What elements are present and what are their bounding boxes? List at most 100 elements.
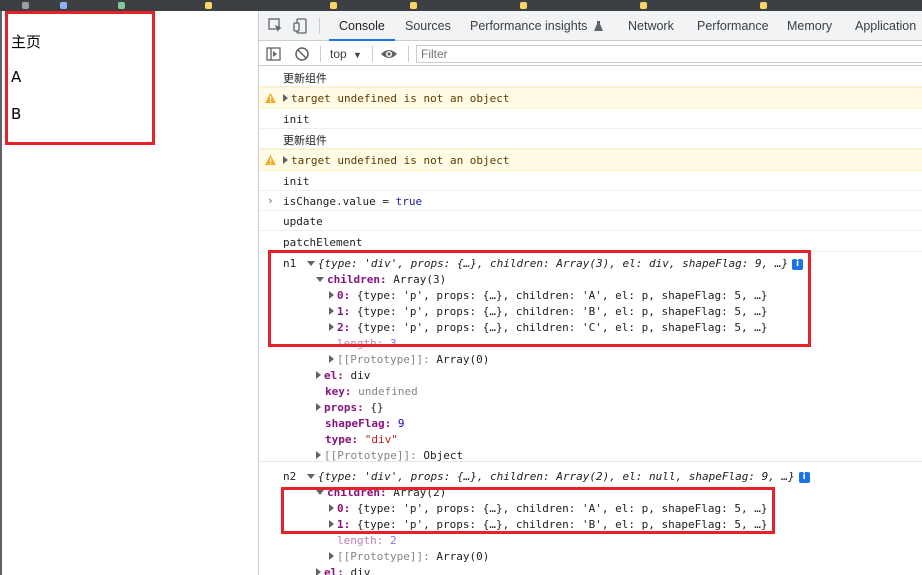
sidebar-toggle-icon[interactable] (265, 45, 283, 63)
inspect-element-icon[interactable] (267, 17, 285, 35)
prop-value: Array(0) (436, 550, 490, 563)
console-input-echo: › isChange.value = true (259, 191, 922, 211)
toolbar-separator (320, 46, 321, 62)
message-text: init (283, 113, 310, 126)
variable-name: n2 (283, 470, 297, 483)
bookmark-icon[interactable] (60, 2, 67, 9)
warning-icon (265, 155, 276, 165)
live-expression-eye-icon[interactable] (380, 45, 398, 63)
warning-text: target undefined is not an object (283, 92, 510, 105)
context-label: top (330, 47, 347, 61)
clear-console-icon[interactable] (293, 45, 311, 63)
tree-prototype[interactable]: [[Prototype]]: Array(0) (329, 550, 489, 563)
message-text: 更新组件 (283, 72, 327, 85)
console-message: init (259, 109, 922, 129)
prop-key: el: (324, 566, 344, 575)
prop-key: length: (337, 534, 384, 547)
context-selector[interactable]: top ▼ (330, 42, 362, 66)
message-text: update (283, 215, 323, 228)
expand-arrow-icon[interactable] (316, 371, 321, 379)
bookmark-icon[interactable] (520, 2, 527, 9)
prompt-chevron-icon: › (267, 194, 274, 207)
toolbar-separator (372, 46, 373, 62)
console-filter-input[interactable] (416, 45, 922, 63)
bookmark-icon[interactable] (640, 2, 647, 9)
expand-arrow-icon[interactable] (283, 156, 288, 164)
tree-shapeflag: shapeFlag: 9 (325, 417, 404, 430)
console-message: 更新组件 (259, 67, 922, 87)
bookmark-icon[interactable] (410, 2, 417, 9)
tab-application[interactable]: Application (855, 11, 916, 41)
info-icon[interactable]: i (798, 472, 810, 483)
prop-key: el: (324, 369, 344, 382)
bookmark-icon[interactable] (330, 2, 337, 9)
expand-arrow-icon[interactable] (283, 94, 288, 102)
tab-performance[interactable]: Performance (697, 11, 769, 41)
warning-text: target undefined is not an object (283, 154, 510, 167)
browser-top-strip (0, 0, 922, 11)
prop-value: 9 (397, 417, 405, 430)
tab-network[interactable]: Network (628, 11, 674, 41)
prop-value: Array(0) (436, 353, 490, 366)
toolbar-separator (408, 46, 409, 62)
prop-value: div (350, 369, 371, 382)
highlight-box-n1 (268, 250, 811, 347)
object-summary[interactable]: {type: 'div', props: {…}, children: Arra… (318, 470, 795, 483)
window-edge (0, 11, 2, 575)
collapse-arrow-icon[interactable] (306, 474, 315, 479)
expand-arrow-icon[interactable] (316, 403, 321, 411)
console-warning[interactable]: target undefined is not an object (259, 149, 922, 171)
prop-value: Object (423, 449, 464, 462)
prop-value: 2 (389, 534, 397, 547)
console-warning[interactable]: target undefined is not an object (259, 87, 922, 109)
prop-value: div (350, 566, 371, 575)
devtools-panel: Console Sources Performance insights Net… (258, 11, 922, 575)
dropdown-arrow-icon: ▼ (353, 50, 362, 60)
tree-prototype[interactable]: [[Prototype]]: Object (316, 449, 463, 462)
toolbar-separator (319, 18, 320, 34)
message-text: patchElement (283, 236, 363, 249)
tab-performance-insights-label: Performance insights (470, 19, 588, 33)
prop-key: shapeFlag: (325, 417, 392, 430)
tab-memory[interactable]: Memory (787, 11, 832, 41)
prop-key: [[Prototype]]: (324, 449, 417, 462)
input-expression: isChange.value = (283, 195, 396, 208)
prop-key: props: (324, 401, 364, 414)
console-message: init (259, 171, 922, 191)
prop-key: key: (325, 385, 352, 398)
expand-arrow-icon[interactable] (316, 451, 321, 459)
prop-value: "div" (364, 433, 398, 446)
device-toolbar-icon[interactable] (292, 17, 310, 35)
tab-performance-insights[interactable]: Performance insights (470, 11, 603, 41)
warning-message: target undefined is not an object (291, 154, 510, 167)
tree-el[interactable]: el: div (316, 566, 370, 575)
bookmark-icon[interactable] (118, 2, 125, 9)
bookmark-icon[interactable] (22, 2, 29, 9)
input-text: isChange.value = true (283, 195, 422, 208)
bookmark-icon[interactable] (205, 2, 212, 9)
prop-value: undefined (358, 385, 418, 398)
tab-sources[interactable]: Sources (405, 11, 451, 41)
tab-console[interactable]: Console (329, 11, 395, 41)
tree-type: type: "div" (325, 433, 398, 446)
tree-props[interactable]: props: {} (316, 401, 384, 414)
object-label: n2 {type: 'div', props: {…}, children: A… (283, 470, 810, 483)
expand-arrow-icon[interactable] (329, 552, 334, 560)
tree-prototype[interactable]: [[Prototype]]: Array(0) (329, 353, 489, 366)
devtools-tabbar: Console Sources Performance insights Net… (259, 11, 922, 41)
console-toolbar: top ▼ (259, 42, 922, 66)
prop-key: type: (325, 433, 359, 446)
input-value: true (395, 195, 423, 208)
flask-icon (593, 21, 603, 31)
tree-length: length: 2 (337, 534, 397, 547)
message-text: init (283, 175, 310, 188)
message-text: 更新组件 (283, 134, 327, 147)
highlight-box-n2 (281, 487, 775, 534)
expand-arrow-icon[interactable] (329, 355, 334, 363)
bookmark-icon[interactable] (760, 2, 767, 9)
tree-el[interactable]: el: div (316, 369, 370, 382)
page-highlight-box (5, 11, 155, 145)
tree-key: key: undefined (325, 385, 418, 398)
console-message: 更新组件 (259, 129, 922, 149)
expand-arrow-icon[interactable] (316, 568, 321, 575)
